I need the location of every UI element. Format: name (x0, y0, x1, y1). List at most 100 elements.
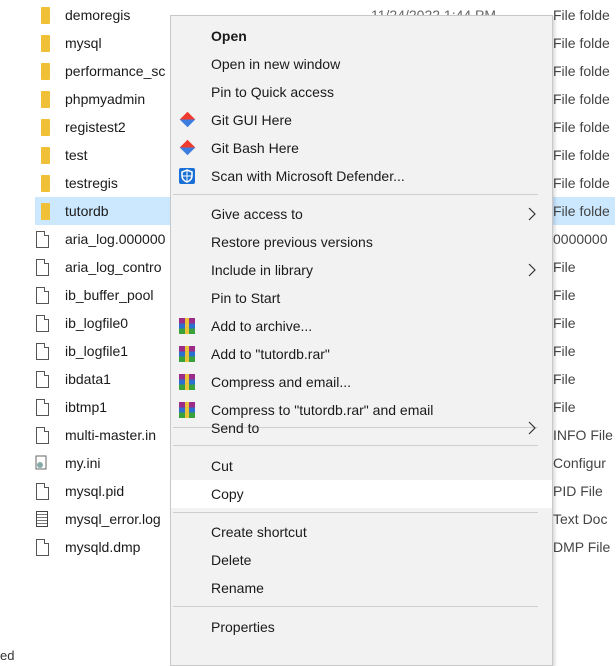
menu-item-create-shortcut[interactable]: Create shortcut (171, 518, 552, 546)
file-type: File folde (553, 147, 610, 163)
file-icon (36, 342, 49, 360)
menu-item-label: Open in new window (211, 56, 341, 72)
winrar-icon (179, 318, 195, 334)
menu-item-label: Open (211, 28, 247, 44)
file-name: performance_sc (65, 63, 166, 79)
menu-item-copy[interactable]: Copy (171, 480, 552, 508)
menu-item-scan-defender[interactable]: Scan with Microsoft Defender... (171, 162, 552, 190)
file-type: PID File (553, 483, 603, 499)
menu-item-label: Rename (211, 580, 264, 596)
menu-item-give-access[interactable]: Give access to (171, 200, 552, 228)
menu-item-open[interactable]: Open (171, 22, 552, 50)
file-name: ib_buffer_pool (65, 287, 154, 303)
menu-item-open-new-window[interactable]: Open in new window (171, 50, 552, 78)
menu-separator (173, 512, 538, 513)
chevron-right-icon (528, 263, 536, 277)
menu-item-label: Add to "tutordb.rar" (211, 346, 330, 362)
folder-icon (41, 146, 50, 164)
menu-item-label: Create shortcut (211, 524, 307, 540)
menu-item-git-gui[interactable]: Git GUI Here (171, 106, 552, 134)
menu-item-pin-quick-access[interactable]: Pin to Quick access (171, 78, 552, 106)
file-name: aria_log.000000 (65, 231, 166, 247)
file-type: File folde (553, 91, 610, 107)
menu-item-label: Compress and email... (211, 374, 352, 390)
folder-icon (41, 6, 50, 24)
folder-icon (41, 90, 50, 108)
menu-item-label: Pin to Start (211, 290, 281, 306)
file-type: INFO File (553, 427, 613, 443)
file-type: Text Doc (553, 511, 608, 527)
file-type: Configur (553, 455, 606, 471)
git-icon (179, 111, 196, 128)
menu-item-label: Restore previous versions (211, 234, 373, 250)
file-type: File folde (553, 7, 610, 23)
file-type: File folde (553, 63, 610, 79)
file-icon (36, 482, 49, 500)
file-type: 0000000 (553, 231, 608, 247)
menu-item-label: Properties (211, 619, 275, 635)
menu-item-rename[interactable]: Rename (171, 574, 552, 602)
menu-item-label: Cut (211, 458, 233, 474)
file-name: registest2 (65, 119, 126, 135)
file-type: File folde (553, 175, 610, 191)
file-type: File (553, 259, 576, 275)
file-name: ib_logfile1 (65, 343, 129, 359)
menu-item-cut[interactable]: Cut (171, 452, 552, 480)
menu-item-label: Scan with Microsoft Defender... (211, 168, 405, 184)
file-name: mysql.pid (65, 483, 125, 499)
menu-item-git-bash[interactable]: Git Bash Here (171, 134, 552, 162)
file-name: demoregis (65, 7, 131, 23)
menu-item-delete[interactable]: Delete (171, 546, 552, 574)
menu-item-label: Give access to (211, 206, 303, 222)
file-type: File (553, 315, 576, 331)
file-icon (36, 538, 49, 556)
menu-item-add-to-rar[interactable]: Add to "tutordb.rar" (171, 340, 552, 368)
file-icon (36, 286, 49, 304)
folder-icon (41, 202, 50, 220)
menu-item-label: Pin to Quick access (211, 84, 334, 100)
chevron-right-icon (528, 207, 536, 221)
file-icon (36, 314, 49, 332)
file-type: File folde (553, 119, 610, 135)
file-name: multi-master.in (65, 427, 157, 443)
file-name: ibdata1 (65, 371, 111, 387)
context-menu: Open Open in new window Pin to Quick acc… (170, 15, 553, 666)
file-name: aria_log_contro (65, 259, 162, 275)
menu-item-label: Delete (211, 552, 252, 568)
menu-separator (173, 445, 538, 446)
menu-separator (173, 606, 538, 607)
file-icon (36, 230, 49, 248)
file-type: File (553, 399, 576, 415)
menu-item-properties[interactable]: Properties (171, 613, 552, 641)
menu-item-pin-start[interactable]: Pin to Start (171, 284, 552, 312)
git-icon (179, 139, 196, 156)
menu-item-send-to[interactable]: Send to (171, 414, 552, 442)
winrar-icon (179, 346, 195, 362)
menu-item-label: Send to (211, 420, 260, 436)
file-name: ib_logfile0 (65, 315, 129, 331)
winrar-icon (179, 374, 195, 390)
menu-item-label: Git GUI Here (211, 112, 292, 128)
file-icon (36, 258, 49, 276)
menu-item-restore-versions[interactable]: Restore previous versions (171, 228, 552, 256)
file-type: File folde (553, 35, 610, 51)
file-name: phpmyadmin (65, 91, 146, 107)
file-type: File (553, 287, 576, 303)
defender-shield-icon (179, 168, 195, 184)
menu-item-label: Copy (211, 486, 244, 502)
folder-icon (41, 174, 50, 192)
file-name: my.ini (65, 455, 101, 471)
file-name: ibtmp1 (65, 399, 108, 415)
menu-item-label: Git Bash Here (211, 140, 299, 156)
file-type: File (553, 371, 576, 387)
file-type: DMP File (553, 539, 611, 555)
menu-item-add-archive[interactable]: Add to archive... (171, 312, 552, 340)
settings-file-icon (35, 455, 49, 471)
file-icon (36, 398, 49, 416)
menu-item-include-library[interactable]: Include in library (171, 256, 552, 284)
file-name: testregis (65, 175, 118, 191)
file-type: File (553, 343, 576, 359)
menu-item-label: Add to archive... (211, 318, 313, 334)
file-name: test (65, 147, 88, 163)
menu-item-compress-email[interactable]: Compress and email... (171, 368, 552, 396)
